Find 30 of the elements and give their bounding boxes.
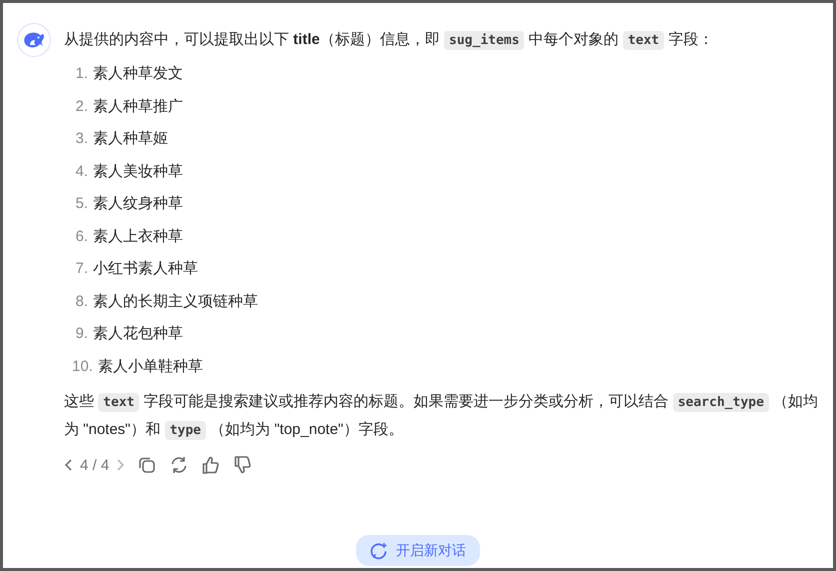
intro-text: 从提供的内容中，可以提取出以下 title（标题）信息，即 sug_items 中每个对象的 text 字段： (64, 30, 714, 52)
list-item-text: 素人的长期主义项链种草 (93, 292, 258, 312)
list-number: 6. (74, 226, 88, 246)
list-item-text: 素人种草姬 (93, 129, 168, 149)
copy-icon[interactable] (137, 455, 158, 475)
previous-icon[interactable] (64, 458, 74, 472)
whale-avatar-icon (17, 23, 51, 57)
list-number: 7. (74, 259, 88, 279)
list-number: 10. (72, 356, 93, 376)
list-item-text: 小红书素人种草 (93, 259, 198, 279)
chat-plus-icon (370, 542, 388, 560)
list-number: 2. (74, 96, 88, 116)
list-item-text: 素人小单鞋种草 (98, 356, 203, 376)
new-chat-button[interactable]: 开启新对话 (356, 535, 480, 566)
thumbs-up-icon[interactable] (201, 455, 222, 475)
list-number: 1. (74, 64, 88, 84)
thumbs-down-icon[interactable] (233, 455, 254, 475)
list-number: 5. (74, 194, 88, 214)
list-item-text: 素人美妆种草 (93, 162, 183, 182)
list-item-text: 素人种草推广 (93, 96, 183, 116)
list-number: 3. (74, 129, 88, 149)
list-item-text: 素人花包种草 (93, 324, 183, 344)
list-item-text: 素人上衣种草 (93, 226, 183, 246)
list-number: 8. (74, 292, 88, 312)
list-item-text: 素人种草发文 (93, 64, 183, 84)
list-number: 4. (74, 162, 88, 182)
summary-text: 这些 text 字段可能是搜索建议或推荐内容的标题。如果需要进一步分类或分析，可以结合 search_type （如均为 "notes"）和 type （如均为 "top_note"）字段。 (64, 392, 819, 442)
list-item-text: 素人纹身种草 (93, 194, 183, 214)
list-number: 9. (74, 324, 88, 344)
page-counter: 4 / 4 (80, 456, 110, 476)
